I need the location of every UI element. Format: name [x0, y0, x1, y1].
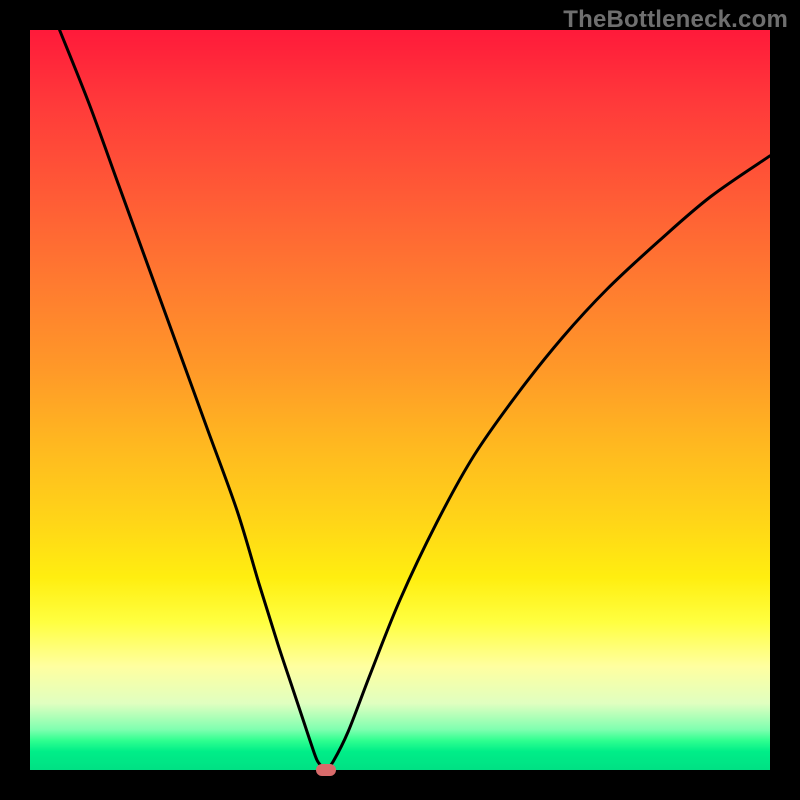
minimum-marker — [316, 764, 336, 776]
watermark-text: TheBottleneck.com — [563, 6, 788, 34]
chart-frame: TheBottleneck.com — [0, 0, 800, 800]
bottleneck-curve — [30, 30, 770, 770]
curve-path — [60, 30, 770, 770]
plot-area — [30, 30, 770, 770]
